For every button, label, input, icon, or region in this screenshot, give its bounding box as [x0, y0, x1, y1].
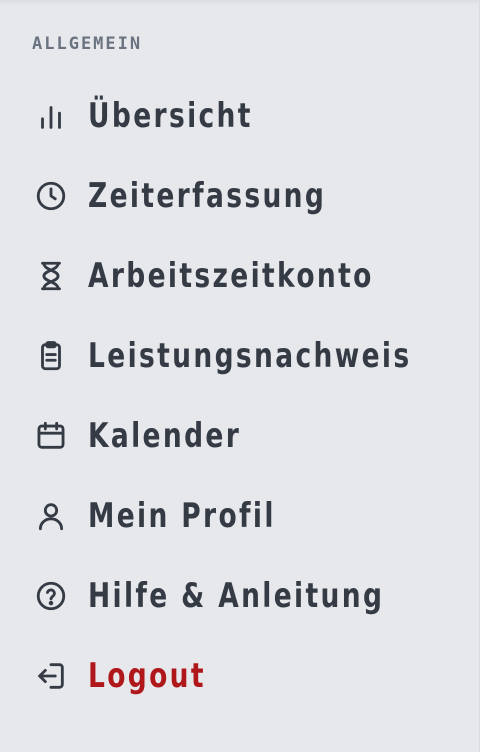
user-icon: [34, 499, 68, 533]
calendar-icon: [34, 419, 68, 453]
sidebar-item-leistungsnachweis[interactable]: Leistungsnachweis: [0, 316, 479, 396]
sidebar-item-kalender[interactable]: Kalender: [0, 396, 479, 476]
sidebar-item-label: Leistungsnachweis: [88, 336, 412, 376]
sidebar-item-label: Kalender: [88, 416, 242, 456]
logout-label: Logout: [88, 656, 206, 696]
sidebar-item-mein-profil[interactable]: Mein Profil: [0, 476, 479, 556]
logout-icon: [34, 659, 68, 693]
sidebar-item-label: Hilfe & Anleitung: [88, 576, 385, 616]
section-title: ALLGEMEIN: [32, 34, 143, 54]
bar-chart-icon: [34, 99, 68, 133]
sidebar-nav: Übersicht Zeiterfassung Arbeitszeitkonto…: [0, 76, 479, 716]
sidebar: ALLGEMEIN Übersicht Zeiterfassung Arbeit…: [0, 0, 480, 752]
sidebar-item-hilfe[interactable]: Hilfe & Anleitung: [0, 556, 479, 636]
logout-button[interactable]: Logout: [0, 636, 479, 716]
clipboard-icon: [34, 339, 68, 373]
sidebar-item-label: Arbeitszeitkonto: [88, 256, 374, 296]
sidebar-item-zeiterfassung[interactable]: Zeiterfassung: [0, 156, 479, 236]
clock-icon: [34, 179, 68, 213]
sidebar-item-arbeitszeitkonto[interactable]: Arbeitszeitkonto: [0, 236, 479, 316]
sidebar-item-label: Übersicht: [88, 96, 253, 136]
sidebar-item-label: Zeiterfassung: [88, 176, 327, 216]
sidebar-item-uebersicht[interactable]: Übersicht: [0, 76, 479, 156]
hourglass-icon: [34, 259, 68, 293]
sidebar-item-label: Mein Profil: [88, 496, 276, 536]
top-shadow: [0, 0, 479, 6]
help-circle-icon: [34, 579, 68, 613]
